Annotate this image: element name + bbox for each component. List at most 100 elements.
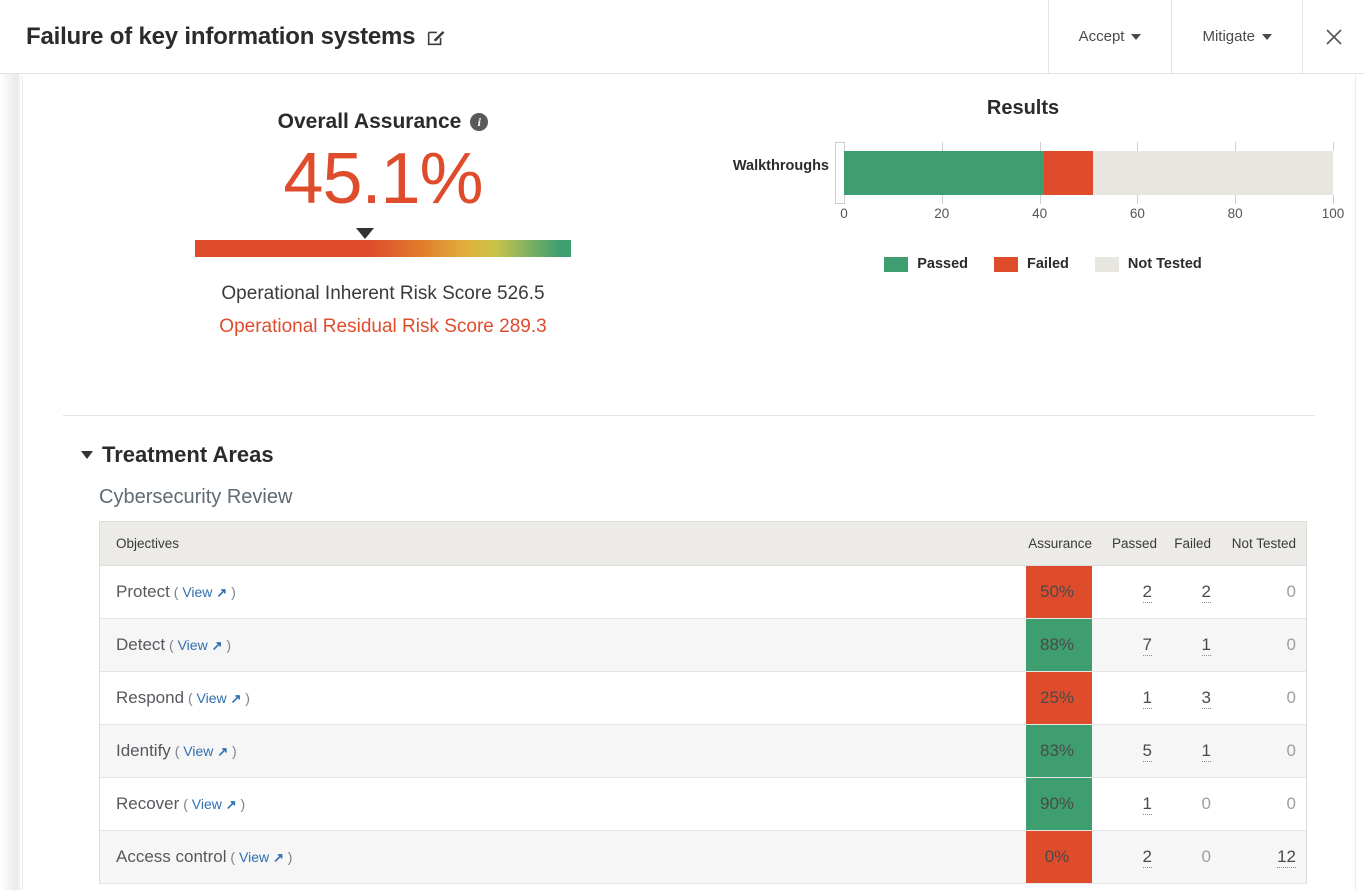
residual-risk-score: Operational Residual Risk Score 289.3 — [219, 315, 547, 337]
column-header-failed[interactable]: Failed — [1162, 522, 1221, 566]
legend-label: Not Tested — [1127, 256, 1202, 272]
overall-assurance-label: Overall Assurance — [277, 110, 462, 133]
drawer-left-gutter — [0, 60, 22, 890]
passed-cell[interactable]: 1 — [1102, 671, 1162, 725]
assurance-cell[interactable]: 25% — [1016, 671, 1102, 725]
page-title: Failure of key information systems — [26, 22, 416, 50]
objective-cell: Access control ( View ↗ ) — [100, 830, 1016, 884]
objectives-table-head: Objectives Assurance Passed Failed Not T… — [100, 522, 1306, 566]
chart-gridline — [941, 142, 943, 204]
not-tested-cell[interactable]: 12 — [1221, 830, 1306, 884]
view-link[interactable]: View ↗ — [183, 743, 228, 759]
failed-cell[interactable]: 3 — [1162, 671, 1221, 725]
count-value[interactable]: 2 — [1142, 847, 1152, 868]
legend-item-not-tested[interactable]: Not Tested — [1094, 256, 1202, 272]
x-axis-tick-label: 40 — [1032, 206, 1048, 221]
count-value[interactable]: 1 — [1142, 688, 1152, 709]
chart-category-bracket — [835, 142, 844, 204]
external-link-icon: ↗ — [230, 691, 242, 706]
assurance-percent: 0% — [1026, 831, 1092, 883]
table-row: Recover ( View ↗ ) 90% 1 0 0 — [100, 777, 1306, 831]
column-header-not-tested[interactable]: Not Tested — [1221, 522, 1306, 566]
objective-cell: Respond ( View ↗ ) — [100, 671, 1016, 725]
not-tested-cell: 0 — [1221, 724, 1306, 778]
mitigate-dropdown-button[interactable]: Mitigate — [1171, 0, 1302, 73]
objectives-table-wrapper: Objectives Assurance Passed Failed Not T… — [99, 521, 1307, 884]
chart-gridline — [1039, 142, 1041, 204]
count-value[interactable]: 7 — [1142, 635, 1152, 656]
legend-swatch — [884, 256, 909, 272]
title-zone: Failure of key information systems — [0, 0, 1048, 73]
passed-cell[interactable]: 5 — [1102, 724, 1162, 778]
mitigate-label: Mitigate — [1202, 28, 1255, 45]
edit-pencil-icon[interactable] — [425, 26, 447, 48]
objective-name: Respond — [116, 688, 185, 707]
legend-item-passed[interactable]: Passed — [884, 256, 968, 272]
chart-gridline — [844, 142, 845, 204]
objective-name: Access control — [116, 847, 227, 866]
chart-plot-area — [844, 142, 1334, 204]
gauge-marker-icon — [355, 227, 374, 239]
column-header-passed[interactable]: Passed — [1102, 522, 1162, 566]
failed-cell: 0 — [1162, 777, 1221, 831]
assurance-cell[interactable]: 88% — [1016, 618, 1102, 672]
legend-swatch — [1094, 256, 1119, 272]
column-header-objectives[interactable]: Objectives — [100, 522, 1016, 566]
count-value[interactable]: 1 — [1201, 741, 1211, 762]
drawer-header: Failure of key information systems Accep… — [0, 0, 1364, 74]
chart-gridline — [1137, 142, 1139, 204]
accept-dropdown-button[interactable]: Accept — [1047, 0, 1172, 73]
assurance-cell[interactable]: 90% — [1016, 777, 1102, 831]
count-value[interactable]: 2 — [1142, 582, 1152, 603]
assurance-cell[interactable]: 0% — [1016, 830, 1102, 884]
objective-cell: Recover ( View ↗ ) — [100, 777, 1016, 831]
info-icon[interactable]: i — [470, 113, 489, 131]
count-value[interactable]: 2 — [1201, 582, 1211, 603]
bar-segment-passed[interactable] — [844, 151, 1045, 195]
failed-cell[interactable]: 1 — [1162, 618, 1221, 672]
not-tested-cell: 0 — [1221, 671, 1306, 725]
x-axis-tick-label: 100 — [1321, 206, 1345, 221]
count-value[interactable]: 12 — [1277, 847, 1296, 868]
view-link[interactable]: View ↗ — [192, 796, 237, 812]
not-tested-cell: 0 — [1221, 618, 1306, 672]
passed-cell[interactable]: 2 — [1102, 565, 1162, 619]
stacked-bar — [844, 151, 1333, 195]
bar-segment-failed[interactable] — [1044, 151, 1094, 195]
failed-cell[interactable]: 2 — [1162, 565, 1221, 619]
treatment-areas-section: Treatment Areas Cybersecurity Review Obj… — [23, 416, 1355, 884]
objective-cell: Detect ( View ↗ ) — [100, 618, 1016, 672]
view-link-group: ( View ↗ ) — [170, 743, 237, 759]
passed-cell[interactable]: 2 — [1102, 830, 1162, 884]
assurance-cell[interactable]: 83% — [1016, 724, 1102, 778]
count-value[interactable]: 3 — [1201, 688, 1211, 709]
view-link-group: ( View ↗ ) — [179, 796, 246, 812]
view-link[interactable]: View ↗ — [178, 637, 223, 653]
objective-name: Identify — [116, 741, 171, 760]
assurance-percent: 25% — [1026, 672, 1092, 724]
results-title: Results — [986, 97, 1060, 119]
count-value[interactable]: 1 — [1142, 794, 1152, 815]
treatment-areas-toggle[interactable]: Treatment Areas — [81, 442, 274, 468]
failed-cell[interactable]: 1 — [1162, 724, 1221, 778]
view-link[interactable]: View ↗ — [239, 849, 284, 865]
view-link[interactable]: View ↗ — [182, 584, 227, 600]
assurance-cell[interactable]: 50% — [1016, 565, 1102, 619]
table-row: Detect ( View ↗ ) 88% 7 1 0 — [100, 618, 1306, 672]
bar-segment-not-tested[interactable] — [1093, 151, 1333, 195]
close-button[interactable] — [1302, 0, 1364, 73]
column-header-assurance[interactable]: Assurance — [1016, 522, 1102, 566]
objective-cell: Protect ( View ↗ ) — [100, 565, 1016, 619]
passed-cell[interactable]: 7 — [1102, 618, 1162, 672]
assurance-gauge — [195, 227, 571, 257]
external-link-icon: ↗ — [217, 744, 229, 759]
view-link[interactable]: View ↗ — [197, 690, 242, 706]
passed-cell[interactable]: 1 — [1102, 777, 1162, 831]
not-tested-cell: 0 — [1221, 777, 1306, 831]
legend-item-failed[interactable]: Failed — [994, 256, 1069, 272]
count-value[interactable]: 5 — [1142, 741, 1152, 762]
table-row: Identify ( View ↗ ) 83% 5 1 0 — [100, 724, 1306, 778]
assurance-percent: 88% — [1026, 619, 1092, 671]
table-row: Protect ( View ↗ ) 50% 2 2 0 — [100, 565, 1306, 619]
count-value[interactable]: 1 — [1201, 635, 1211, 656]
